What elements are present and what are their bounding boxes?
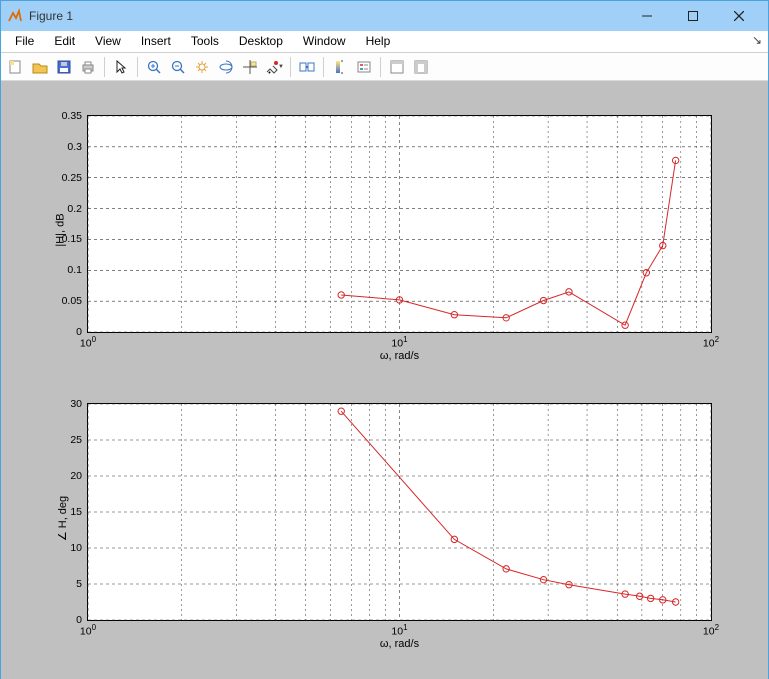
hide-plot-tools-button[interactable] (386, 56, 408, 78)
plot-area: |H|, dB ω, rad/s 00.050.10.150.20.250.30… (27, 105, 742, 659)
xlabel-phase: ω, rad/s (380, 638, 419, 650)
xtick-label: 102 (703, 623, 719, 638)
new-figure-button[interactable] (5, 56, 27, 78)
menu-desktop[interactable]: Desktop (229, 31, 293, 52)
xtick-label: 101 (391, 335, 407, 350)
xtick-label: 102 (703, 335, 719, 350)
save-button[interactable] (53, 56, 75, 78)
ytick-label: 0.05 (62, 295, 82, 307)
zoom-out-button[interactable] (167, 56, 189, 78)
menu-view[interactable]: View (85, 31, 131, 52)
toolbar-separator (323, 57, 324, 77)
xtick-label: 100 (80, 335, 96, 350)
menu-tools[interactable]: Tools (181, 31, 229, 52)
brush-button[interactable]: ▼ (263, 56, 285, 78)
xtick-label: 101 (391, 623, 407, 638)
menu-file[interactable]: File (5, 31, 44, 52)
maximize-button[interactable] (670, 1, 716, 31)
menu-window[interactable]: Window (293, 31, 356, 52)
ytick-label: 0.25 (62, 172, 82, 184)
axes-phase[interactable]: ∠ H, deg ω, rad/s 051015202530100101102 (87, 403, 712, 621)
ytick-label: 15 (70, 506, 82, 518)
window-titlebar: Figure 1 (1, 1, 768, 31)
open-button[interactable] (29, 56, 51, 78)
pointer-button[interactable] (110, 56, 132, 78)
dock-arrow-icon[interactable]: ↘ (752, 33, 762, 47)
figure-toolbar: ▼ (1, 53, 768, 81)
ytick-label: 30 (70, 398, 82, 410)
xlabel-magnitude: ω, rad/s (380, 350, 419, 362)
insert-legend-button[interactable] (353, 56, 375, 78)
window-controls (624, 1, 762, 31)
print-button[interactable] (77, 56, 99, 78)
menu-insert[interactable]: Insert (131, 31, 181, 52)
ytick-label: 5 (76, 578, 82, 590)
toolbar-separator (104, 57, 105, 77)
menu-edit[interactable]: Edit (44, 31, 85, 52)
toolbar-separator (290, 57, 291, 77)
ytick-label: 10 (70, 542, 82, 554)
zoom-in-button[interactable] (143, 56, 165, 78)
data-cursor-button[interactable] (239, 56, 261, 78)
ytick-label: 0.2 (67, 203, 82, 215)
ytick-label: 0.3 (67, 141, 82, 153)
ytick-label: 25 (70, 434, 82, 446)
ytick-label: 20 (70, 470, 82, 482)
xtick-label: 100 (80, 623, 96, 638)
figure-canvas: |H|, dB ω, rad/s 00.050.10.150.20.250.30… (1, 81, 768, 679)
toolbar-separator (380, 57, 381, 77)
minimize-button[interactable] (624, 1, 670, 31)
ylabel-phase: ∠ H, deg (56, 496, 69, 541)
menu-bar: File Edit View Insert Tools Desktop Wind… (1, 31, 768, 53)
show-plot-tools-button[interactable] (410, 56, 432, 78)
window-title: Figure 1 (29, 9, 73, 23)
menu-help[interactable]: Help (356, 31, 401, 52)
pan-button[interactable] (191, 56, 213, 78)
ytick-label: 0.1 (67, 264, 82, 276)
close-button[interactable] (716, 1, 762, 31)
axes-magnitude[interactable]: |H|, dB ω, rad/s 00.050.10.150.20.250.30… (87, 115, 712, 333)
rotate-3d-button[interactable] (215, 56, 237, 78)
ytick-label: 0.35 (62, 110, 82, 122)
insert-colorbar-button[interactable] (329, 56, 351, 78)
toolbar-separator (137, 57, 138, 77)
ytick-label: 0.15 (62, 233, 82, 245)
link-plots-button[interactable] (296, 56, 318, 78)
matlab-icon (7, 8, 23, 24)
